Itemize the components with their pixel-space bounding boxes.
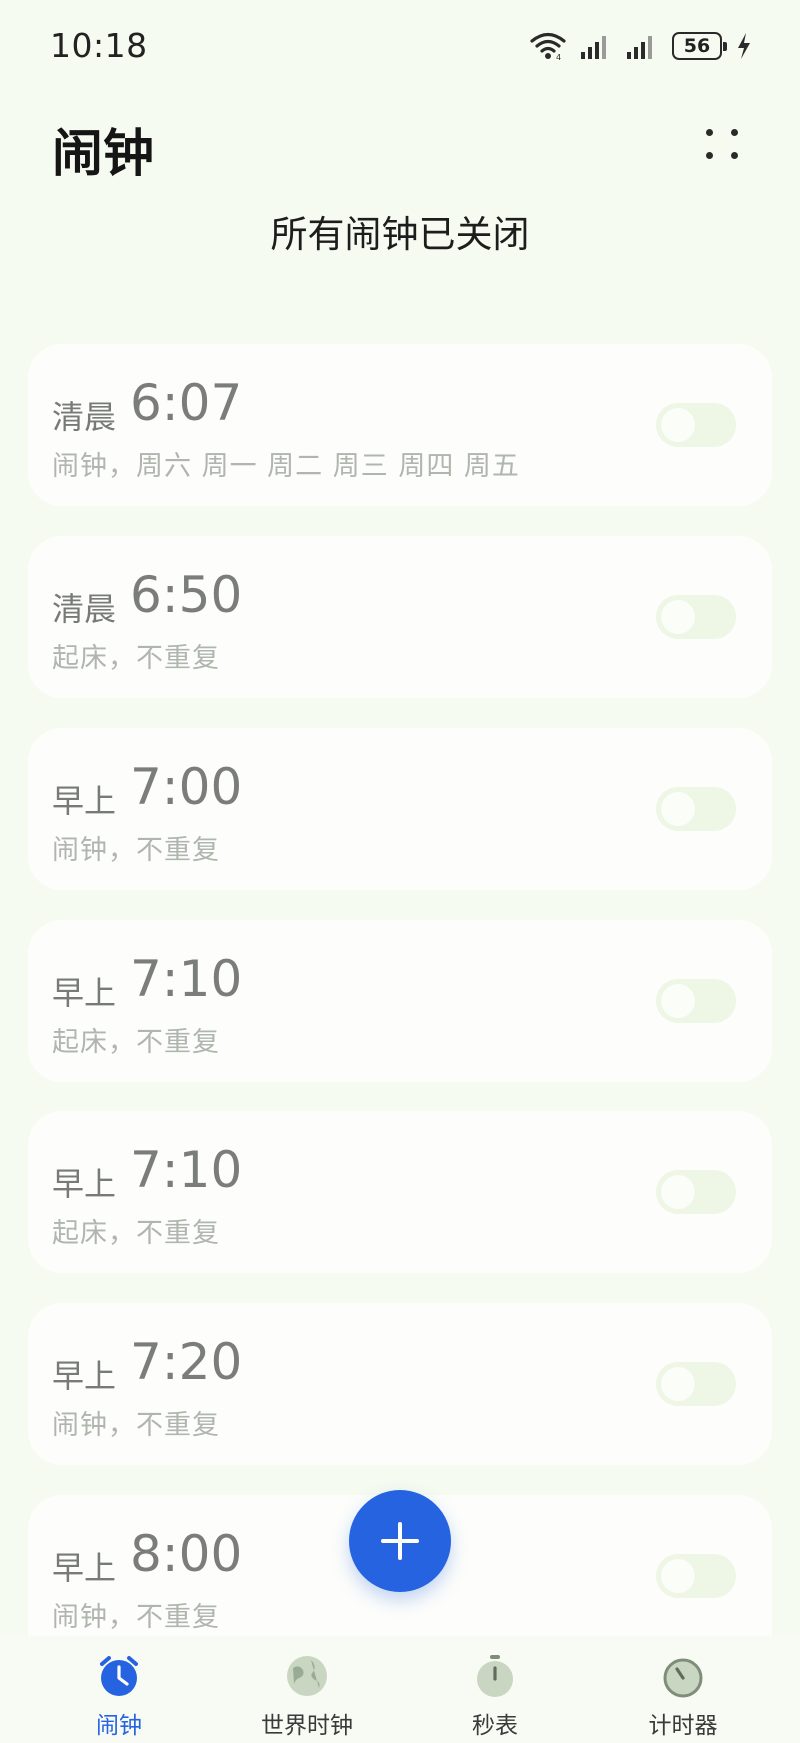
wifi-icon: 4 (530, 32, 566, 61)
tab-stopwatch-label: 秒表 (472, 1713, 518, 1739)
alarm-period: 早上 (52, 974, 117, 1012)
alarm-toggle[interactable] (656, 1362, 736, 1406)
alarm-description: 起床，不重复 (52, 1027, 220, 1058)
toggle-knob (661, 792, 695, 826)
page-title: 闹钟 (52, 125, 155, 184)
alarm-description: 起床，不重复 (52, 643, 220, 674)
signal-1-icon (581, 36, 606, 59)
status-icons: 4 56 (530, 28, 752, 64)
alarm-period: 清晨 (52, 398, 117, 436)
charging-icon (738, 33, 750, 59)
alarm-time: 7:10 (130, 950, 243, 1008)
tab-world-clock[interactable]: 世界时钟 (230, 1636, 380, 1743)
alarm-card[interactable]: 清晨 6:07 闹钟，周六 周一 周二 周三 周四 周五 (28, 344, 772, 506)
alarm-time: 7:10 (130, 1141, 243, 1199)
tab-alarm-label: 闹钟 (96, 1713, 142, 1739)
alarm-toggle[interactable] (656, 1170, 736, 1214)
tab-world-clock-label: 世界时钟 (261, 1713, 353, 1739)
status-time: 10:18 (50, 26, 148, 65)
plus-icon (381, 1522, 419, 1560)
alarm-card[interactable]: 早上 7:20 闹钟，不重复 (28, 1303, 772, 1465)
alarm-time: 7:20 (130, 1333, 243, 1391)
alarm-time: 8:00 (130, 1525, 243, 1583)
alarm-description: 闹钟，不重复 (52, 1410, 220, 1441)
timer-icon (663, 1658, 703, 1698)
status-bar: 10:18 4 56 (0, 0, 800, 92)
alarm-period: 清晨 (52, 590, 117, 628)
tab-timer-label: 计时器 (648, 1713, 718, 1739)
toggle-knob (661, 1559, 695, 1593)
toggle-knob (661, 408, 695, 442)
alarm-toggle[interactable] (656, 595, 736, 639)
stopwatch-icon (477, 1655, 513, 1697)
alarm-time: 6:50 (130, 566, 243, 624)
toggle-knob (661, 600, 695, 634)
tab-alarm[interactable]: 闹钟 (42, 1636, 192, 1743)
toggle-knob (661, 984, 695, 1018)
alarm-description: 起床，不重复 (52, 1218, 220, 1249)
alarm-status-text: 所有闹钟已关闭 (270, 213, 530, 256)
alarm-card[interactable]: 早上 7:10 起床，不重复 (28, 920, 772, 1082)
toggle-knob (661, 1367, 695, 1401)
alarm-card[interactable]: 早上 7:10 起床，不重复 (28, 1111, 772, 1273)
alarm-toggle[interactable] (656, 979, 736, 1023)
alarm-clock-icon (100, 1656, 138, 1696)
globe-icon (287, 1656, 327, 1696)
alarm-card[interactable]: 早上 7:00 闹钟，不重复 (28, 728, 772, 890)
alarm-description: 闹钟，不重复 (52, 1602, 220, 1633)
alarm-period: 早上 (52, 1549, 117, 1587)
svg-text:4: 4 (556, 53, 561, 61)
tab-stopwatch[interactable]: 秒表 (418, 1636, 568, 1743)
alarm-description: 闹钟，不重复 (52, 835, 220, 866)
alarm-period: 早上 (52, 1357, 117, 1395)
alarm-time: 6:07 (130, 374, 243, 432)
battery-level: 56 (683, 35, 711, 57)
alarm-card[interactable]: 清晨 6:50 起床，不重复 (28, 536, 772, 698)
alarm-time: 7:00 (130, 758, 243, 816)
bottom-nav: 闹钟 世界时钟 秒表 计时器 (0, 1636, 800, 1743)
alarm-toggle[interactable] (656, 787, 736, 831)
alarm-toggle[interactable] (656, 1554, 736, 1598)
alarm-period: 早上 (52, 782, 117, 820)
alarm-description: 闹钟，周六 周一 周二 周三 周四 周五 (52, 451, 520, 482)
tab-timer[interactable]: 计时器 (606, 1636, 756, 1743)
signal-2-icon (627, 36, 652, 59)
toggle-knob (661, 1175, 695, 1209)
more-menu-button[interactable] (694, 118, 750, 174)
add-alarm-button[interactable] (349, 1490, 451, 1592)
battery-icon: 56 (672, 32, 727, 60)
alarm-toggle[interactable] (656, 403, 736, 447)
alarm-period: 早上 (52, 1165, 117, 1203)
